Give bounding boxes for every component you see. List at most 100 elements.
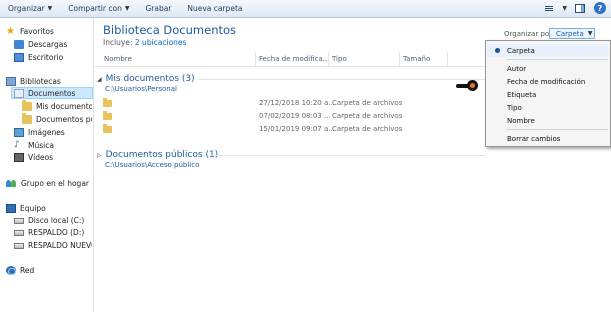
pointer-marker-icon <box>456 80 478 91</box>
group-title: Mis documentos (3) <box>105 74 195 84</box>
menu-item-author-label: Autor <box>507 64 527 73</box>
item-modified: 07/02/2019 08:03 ... <box>259 112 331 120</box>
nav-downloads[interactable]: Descargas <box>14 38 92 50</box>
chevron-down-icon[interactable]: ▼ <box>562 5 567 12</box>
hard-drive-icon <box>14 230 24 236</box>
chevron-down-icon: ▼ <box>47 5 53 12</box>
nav-videos[interactable]: Vídeos <box>14 151 92 163</box>
view-options-icon[interactable] <box>542 1 556 15</box>
menu-item-clear-changes[interactable]: Borrar cambios <box>487 132 609 145</box>
nav-local-disk[interactable]: Disco local (C:) <box>14 214 92 226</box>
group-header-public-documents[interactable]: ▷ Documentos públicos (1) <box>97 150 218 160</box>
nav-libraries[interactable]: Bibliotecas <box>6 75 92 87</box>
computer-icon <box>6 203 16 213</box>
group-header-my-documents[interactable]: ◢ Mis documentos (3) <box>97 74 195 84</box>
organize-button[interactable]: Organizar ▼ <box>0 0 60 18</box>
images-icon <box>14 127 24 137</box>
column-name[interactable]: Nombre <box>104 55 132 63</box>
nav-backup-new[interactable]: RESPALDO NUEVO ( <box>14 239 92 251</box>
column-divider[interactable] <box>255 52 256 67</box>
share-with-label: Compartir con <box>68 4 122 13</box>
nav-images-label: Imágenes <box>28 127 65 137</box>
nav-my-documents[interactable]: Mis documentos <box>22 100 92 112</box>
column-divider[interactable] <box>447 52 448 67</box>
nav-computer[interactable]: Equipo <box>6 202 92 214</box>
help-icon[interactable]: ? <box>593 1 607 15</box>
nav-homegroup[interactable]: Grupo en el hogar <box>6 177 92 189</box>
nav-documents[interactable]: Documentos <box>11 87 93 99</box>
menu-item-modified-date[interactable]: Fecha de modificación <box>487 75 609 88</box>
nav-desktop-label: Escritorio <box>28 52 64 62</box>
library-includes: Incluye: 2 ubicaciones <box>103 38 186 47</box>
menu-item-type-label: Tipo <box>507 103 522 112</box>
star-icon: ★ <box>6 25 15 37</box>
nav-local-disk-label: Disco local (C:) <box>28 215 85 225</box>
nav-images[interactable]: Imágenes <box>14 126 92 138</box>
music-note-icon: ♪ <box>14 139 20 150</box>
preview-pane-icon[interactable] <box>573 1 587 15</box>
nav-videos-label: Vídeos <box>28 152 54 162</box>
documents-icon <box>14 88 24 98</box>
menu-item-folder[interactable]: Carpeta <box>487 44 609 57</box>
menu-item-type[interactable]: Tipo <box>487 101 609 114</box>
radio-selected-icon <box>495 48 500 53</box>
nav-documents-label: Documentos <box>28 88 76 98</box>
nav-my-documents-label: Mis documentos <box>36 101 92 111</box>
nav-music[interactable]: ♪ Música <box>14 139 92 151</box>
list-item[interactable]: 15/01/2019 09:07 a... Carpeta de archivo… <box>99 124 402 136</box>
burn-label: Grabar <box>145 4 172 13</box>
nav-music-label: Música <box>28 140 54 150</box>
expand-triangle-icon: ▷ <box>97 152 102 159</box>
item-modified: 27/12/2018 10:20 a... <box>259 99 335 107</box>
video-icon <box>14 152 24 162</box>
group-divider <box>199 79 485 80</box>
nav-computer-label: Equipo <box>20 203 46 213</box>
nav-backup-d[interactable]: RESPALDO (D:) <box>14 226 92 238</box>
arrange-by-dropdown[interactable]: Carpeta ▼ <box>549 28 595 39</box>
column-size[interactable]: Tamaño <box>403 55 430 63</box>
nav-libraries-label: Bibliotecas <box>20 76 61 86</box>
desktop-icon <box>14 52 24 62</box>
menu-item-tag-label: Etiqueta <box>507 90 537 99</box>
group-path-link[interactable]: C:\Usuarios\Personal <box>105 85 177 93</box>
command-bar: Organizar ▼ Compartir con ▼ Grabar Nueva… <box>0 0 611 18</box>
includes-label: Incluye: <box>103 38 133 47</box>
folder-icon <box>103 111 112 120</box>
nav-public-documents[interactable]: Documentos públ <box>22 113 92 125</box>
nav-downloads-label: Descargas <box>28 39 68 49</box>
item-type: Carpeta de archivos <box>332 112 403 120</box>
menu-item-name-label: Nombre <box>507 116 535 125</box>
item-type: Carpeta de archivos <box>332 125 403 133</box>
menu-separator <box>506 59 608 60</box>
menu-item-tag[interactable]: Etiqueta <box>487 88 609 101</box>
group-path-link[interactable]: C:\Usuarios\Acceso público <box>105 161 199 169</box>
organize-label: Organizar <box>8 4 45 13</box>
list-item[interactable]: 07/02/2019 08:03 ... Carpeta de archivos <box>99 111 402 123</box>
burn-button[interactable]: Grabar <box>137 0 179 18</box>
arrange-by-label: Organizar por: <box>504 30 555 38</box>
locations-link[interactable]: 2 ubicaciones <box>135 38 187 47</box>
list-item[interactable]: 27/12/2018 10:20 a... Carpeta de archivo… <box>99 98 402 110</box>
column-type[interactable]: Tipo <box>332 55 347 63</box>
new-folder-button[interactable]: Nueva carpeta <box>179 0 250 18</box>
nav-desktop[interactable]: Escritorio <box>14 51 92 63</box>
column-divider[interactable] <box>328 52 329 67</box>
menu-item-author[interactable]: Autor <box>487 62 609 75</box>
share-with-button[interactable]: Compartir con ▼ <box>60 0 137 18</box>
chevron-down-icon: ▼ <box>124 5 130 12</box>
hard-drive-icon <box>14 243 24 249</box>
group-title: Documentos públicos (1) <box>105 150 219 160</box>
nav-network[interactable]: Red <box>6 264 92 276</box>
arrange-by-value: Carpeta <box>556 29 584 38</box>
group-divider <box>209 155 485 156</box>
menu-item-folder-label: Carpeta <box>507 46 535 55</box>
nav-favorites[interactable]: ★ Favoritos <box>6 25 92 37</box>
navigation-pane: ★ Favoritos Descargas Escritorio Bibliot… <box>0 19 94 312</box>
column-divider[interactable] <box>399 52 400 67</box>
menu-item-name[interactable]: Nombre <box>487 114 609 127</box>
folder-icon <box>22 113 32 124</box>
nav-favorites-label: Favoritos <box>20 26 54 36</box>
nav-homegroup-label: Grupo en el hogar <box>21 178 89 188</box>
collapse-triangle-icon: ◢ <box>97 76 102 83</box>
column-modified[interactable]: Fecha de modifica... <box>259 55 329 63</box>
